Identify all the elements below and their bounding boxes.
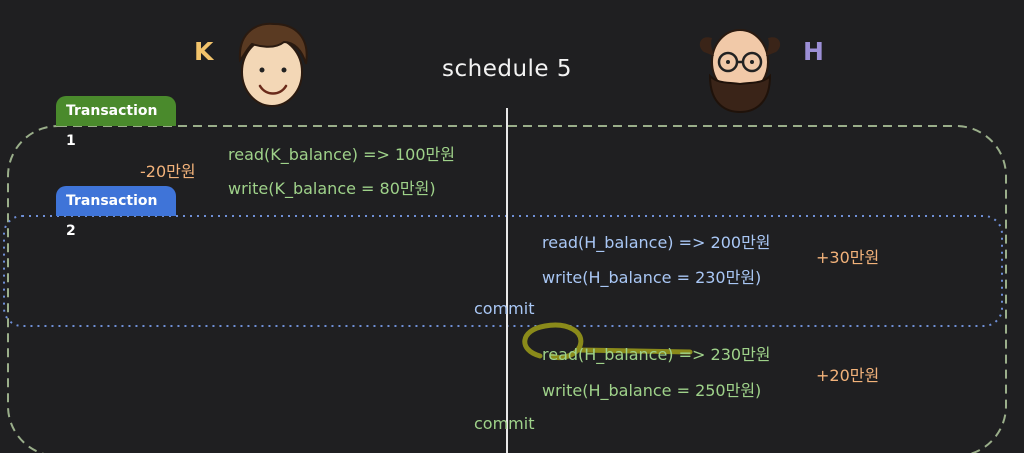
transaction2-commit: commit xyxy=(474,299,535,318)
k-label: K xyxy=(194,37,214,66)
transaction2-read-op: read(H_balance) => 200만원 xyxy=(542,233,771,252)
transaction2-delta: +30만원 xyxy=(816,248,880,267)
h-label: H xyxy=(803,37,824,66)
transaction2-tag: Transaction 2 xyxy=(56,186,176,239)
transaction1-write2-op: write(H_balance = 250만원) xyxy=(542,381,762,400)
transaction1-write-op: write(K_balance = 80만원) xyxy=(228,179,436,198)
transaction1-read2-op: read(H_balance) => 230만원 xyxy=(542,345,771,364)
transaction2-write-op: write(H_balance = 230만원) xyxy=(542,268,762,287)
transaction1-read-op: read(K_balance) => 100만원 xyxy=(228,145,455,164)
h-avatar-icon xyxy=(699,29,781,114)
transaction1-commit: commit xyxy=(474,414,535,433)
k-avatar-icon xyxy=(238,22,308,107)
transaction1-delta: -20만원 xyxy=(140,162,196,181)
transaction1-tag: Transaction 1 xyxy=(56,96,176,149)
transaction1-delta2: +20만원 xyxy=(816,366,880,385)
page-title: schedule 5 xyxy=(441,56,573,82)
